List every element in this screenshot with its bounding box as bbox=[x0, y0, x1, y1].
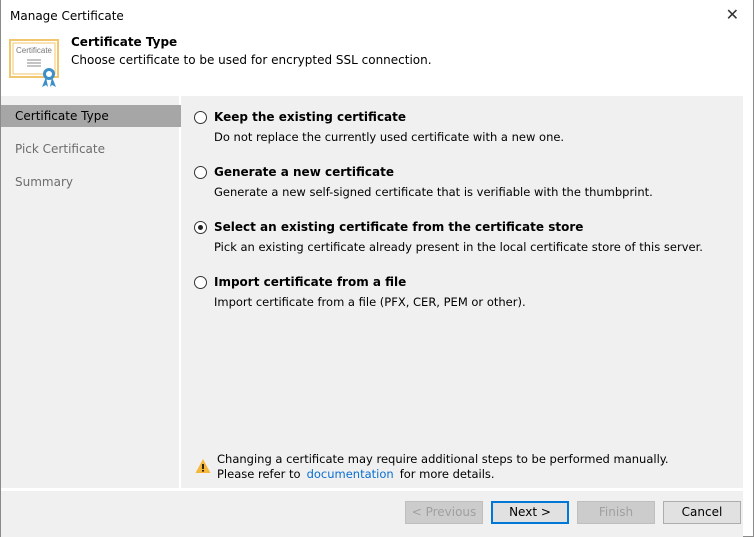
warning-prefix: Please refer to bbox=[217, 467, 301, 481]
option-description: Do not replace the currently used certif… bbox=[214, 130, 565, 144]
documentation-link[interactable]: documentation bbox=[307, 467, 394, 481]
sidebar-item-certificate-type[interactable]: Certificate Type bbox=[1, 105, 181, 127]
page-subtitle: Choose certificate to be used for encryp… bbox=[71, 53, 432, 67]
finish-button[interactable]: Finish bbox=[577, 501, 655, 524]
option-label: Keep the existing certificate bbox=[214, 110, 407, 124]
sidebar-item-pick-certificate[interactable]: Pick Certificate bbox=[1, 138, 181, 160]
window-title: Manage Certificate bbox=[10, 9, 124, 23]
option-description: Pick an existing certificate already pre… bbox=[214, 240, 703, 254]
option-label: Select an existing certificate from the … bbox=[214, 220, 584, 234]
radio-generate-new[interactable] bbox=[194, 166, 207, 179]
svg-text:Certificate: Certificate bbox=[16, 46, 53, 55]
warning-icon bbox=[195, 459, 211, 473]
option-description: Generate a new self-signed certificate t… bbox=[214, 185, 653, 199]
wizard-body: Certificate Type Pick Certificate Summar… bbox=[1, 96, 743, 488]
radio-select-from-store[interactable] bbox=[194, 221, 207, 234]
radio-import-from-file[interactable] bbox=[194, 276, 207, 289]
warning-text-line2: Please refer to documentation for more det… bbox=[217, 467, 495, 481]
page-title: Certificate Type bbox=[71, 35, 178, 49]
wizard-steps-sidebar: Certificate Type Pick Certificate Summar… bbox=[1, 96, 181, 488]
warning-text: Changing a certificate may require addit… bbox=[217, 452, 669, 466]
cancel-button[interactable]: Cancel bbox=[663, 501, 741, 524]
close-button[interactable]: ✕ bbox=[726, 5, 739, 24]
previous-button[interactable]: < Previous bbox=[405, 501, 483, 524]
next-button[interactable]: Next > bbox=[491, 501, 569, 524]
radio-keep-existing[interactable] bbox=[194, 111, 207, 124]
manage-certificate-dialog: Manage Certificate ✕ Certificate Certifi… bbox=[0, 0, 754, 537]
option-label: Import certificate from a file bbox=[214, 275, 407, 289]
warning-suffix: for more details. bbox=[399, 467, 495, 481]
option-description: Import certificate from a file (PFX, CER… bbox=[214, 295, 526, 309]
option-label: Generate a new certificate bbox=[214, 165, 394, 179]
certificate-icon: Certificate bbox=[9, 39, 59, 87]
sidebar-item-summary[interactable]: Summary bbox=[1, 171, 181, 193]
